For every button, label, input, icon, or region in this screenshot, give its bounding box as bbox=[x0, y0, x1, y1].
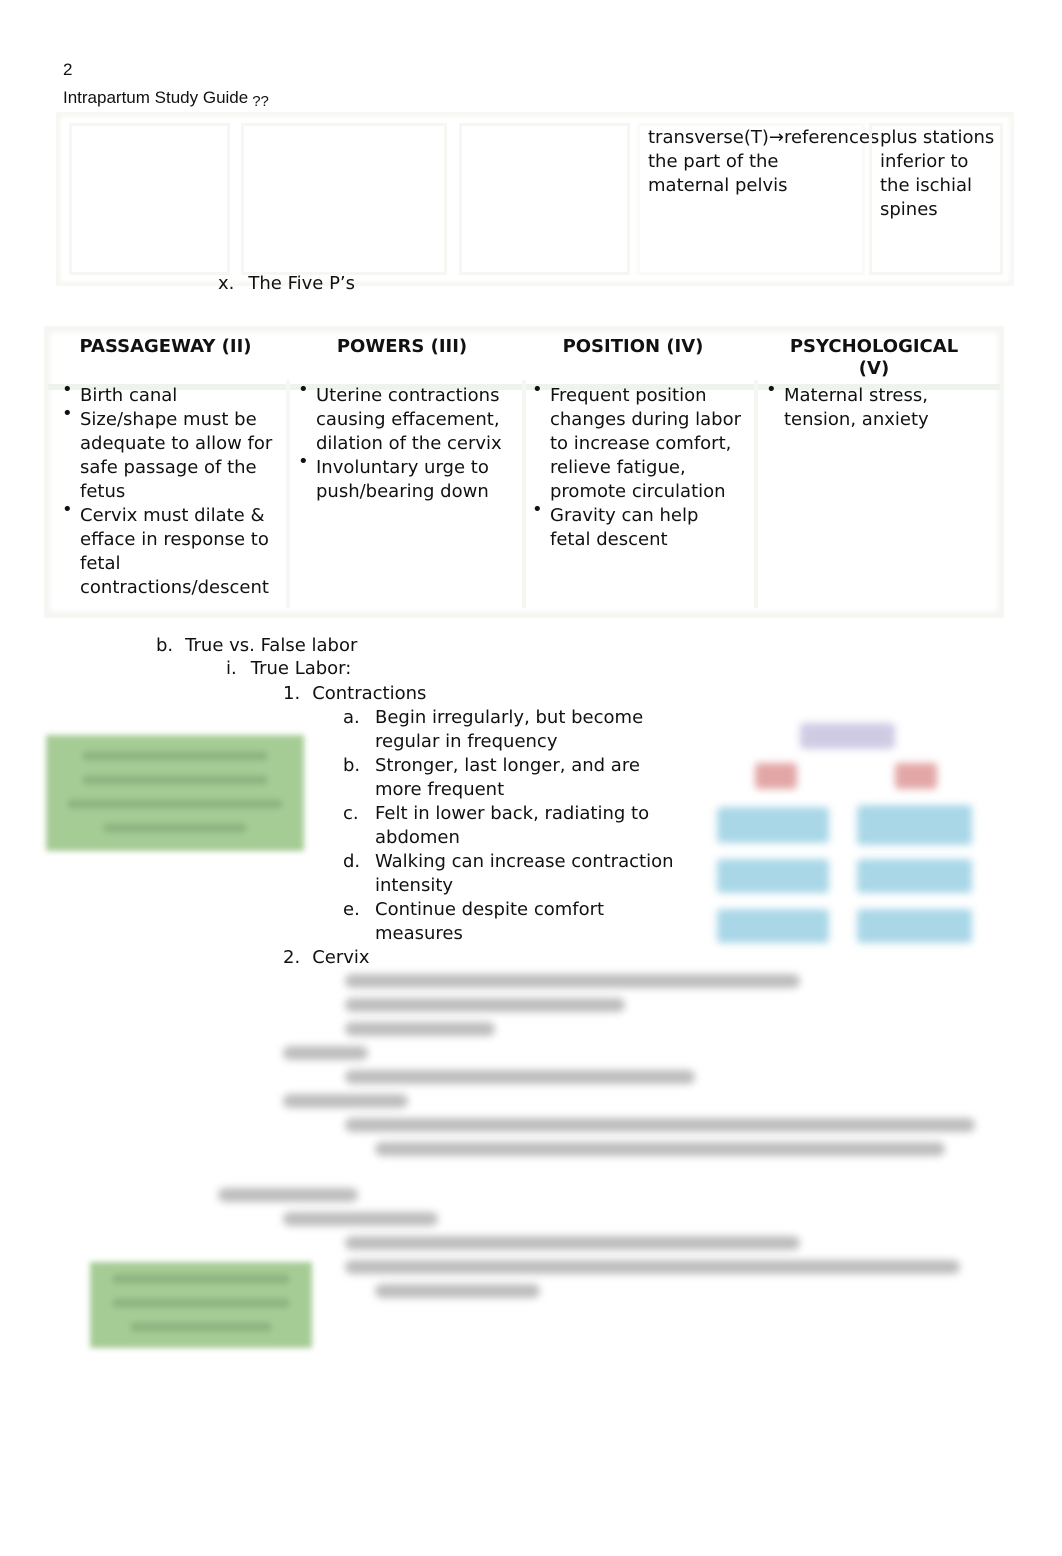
bullet-list: Uterine contractions causing effacement,… bbox=[296, 378, 514, 504]
list-item: Frequent position changes during labor t… bbox=[530, 378, 742, 504]
blurred-note-box bbox=[90, 1262, 312, 1348]
diagram-leaf-node bbox=[717, 807, 829, 843]
list-item: Size/shape must be adequate to allow for… bbox=[60, 402, 277, 504]
column-psychological: PSYCHOLOGICAL (V) Maternal stress, tensi… bbox=[752, 330, 996, 614]
list-marker: d. bbox=[343, 851, 361, 872]
five-ps-table: PASSAGEWAY (II) Birth canal Size/shape m… bbox=[44, 326, 1004, 618]
document-title-text: Intrapartum Study Guide bbox=[63, 88, 249, 107]
diagram-leaf-node bbox=[717, 859, 829, 893]
column-header: POSITION (IV) bbox=[562, 336, 704, 357]
bullet-list: Frequent position changes during labor t… bbox=[530, 378, 742, 552]
table-cell-empty-2 bbox=[241, 123, 447, 275]
list-item: Birth canal bbox=[60, 378, 277, 408]
column-position: POSITION (IV) Frequent position changes … bbox=[518, 330, 748, 614]
diagram-leaf-node bbox=[857, 859, 972, 893]
list-item: a. Begin irregularly, but become regular… bbox=[343, 706, 703, 754]
blurred-note-box bbox=[46, 735, 304, 851]
outline-text: True Labor: bbox=[250, 658, 352, 679]
column-passageway: PASSAGEWAY (II) Birth canal Size/shape m… bbox=[48, 330, 283, 614]
column-powers: POWERS (III) Uterine contractions causin… bbox=[284, 330, 520, 614]
outline-text: Cervix bbox=[312, 947, 370, 968]
list-item: c. Felt in lower back, radiating to abdo… bbox=[343, 802, 703, 850]
bullet-list: Maternal stress, tension, anxiety bbox=[764, 378, 990, 432]
list-item-line: regular in frequency bbox=[375, 731, 558, 752]
list-item: Gravity can help fetal descent bbox=[530, 498, 742, 552]
orientation-text: transverse(T)→references the part of the… bbox=[648, 127, 880, 196]
column-header: PASSAGEWAY (II) bbox=[79, 336, 252, 357]
outline-item-b: b. True vs. False labor bbox=[156, 634, 357, 658]
column-header: POWERS (III) bbox=[336, 336, 468, 357]
diagram-leaf-node bbox=[857, 805, 972, 845]
diagram-branch-node bbox=[895, 763, 937, 789]
list-marker: e. bbox=[343, 899, 360, 920]
list-marker: c. bbox=[343, 803, 359, 824]
five-ps-heading: x. The Five P’s bbox=[218, 272, 355, 296]
list-item: Maternal stress, tension, anxiety bbox=[764, 378, 990, 432]
list-marker: 1. bbox=[283, 683, 301, 704]
list-marker: i. bbox=[226, 658, 237, 679]
title-suffix: ?? bbox=[252, 93, 269, 110]
list-item-line: Felt in lower back, radiating to bbox=[375, 803, 650, 824]
five-ps-heading-text: The Five P’s bbox=[248, 273, 356, 294]
stations-text: plus stations inferior to the ischial sp… bbox=[880, 127, 995, 220]
outline-text: True vs. False labor bbox=[185, 635, 358, 656]
list-item: Cervix must dilate & efface in response … bbox=[60, 498, 277, 600]
blurred-diagram bbox=[705, 715, 995, 955]
outline-text: Contractions bbox=[312, 683, 427, 704]
page-number: 2 bbox=[63, 60, 73, 79]
list-marker: a. bbox=[343, 707, 360, 728]
list-item: Involuntary urge to push/bearing down bbox=[296, 450, 514, 504]
diagram-leaf-node bbox=[717, 909, 829, 943]
outline-item-contractions: 1. Contractions bbox=[283, 682, 426, 706]
list-item-line: Begin irregularly, but become bbox=[375, 707, 644, 728]
continued-table: transverse(T)→references the part of the… bbox=[56, 112, 1014, 286]
diagram-root-node bbox=[800, 723, 895, 749]
table-cell-stations: plus stations inferior to the ischial sp… bbox=[869, 123, 1003, 275]
list-item-line: abdomen bbox=[375, 827, 460, 848]
list-marker: b. bbox=[343, 755, 361, 776]
list-item: d. Walking can increase contraction inte… bbox=[343, 850, 703, 898]
bullet-list: Birth canal Size/shape must be adequate … bbox=[60, 378, 277, 600]
list-item-line: more frequent bbox=[375, 779, 505, 800]
column-header: PSYCHOLOGICAL (V) bbox=[789, 336, 959, 379]
list-item-line: measures bbox=[375, 923, 463, 944]
list-item: e. Continue despite comfort measures bbox=[343, 898, 703, 946]
list-item-line: Stronger, last longer, and are bbox=[375, 755, 640, 776]
table-cell-empty-3 bbox=[459, 123, 630, 275]
document-title: Intrapartum Study Guide?? bbox=[63, 88, 269, 110]
list-marker: b. bbox=[156, 635, 174, 656]
diagram-leaf-node bbox=[857, 909, 972, 943]
outline-item-cervix: 2. Cervix bbox=[283, 946, 370, 970]
list-marker: x. bbox=[218, 273, 235, 294]
list-item-line: Walking can increase contraction bbox=[375, 851, 674, 872]
list-marker: 2. bbox=[283, 947, 301, 968]
list-item: b. Stronger, last longer, and are more f… bbox=[343, 754, 703, 802]
list-item: Uterine contractions causing effacement,… bbox=[296, 378, 514, 456]
list-item-line: Continue despite comfort bbox=[375, 899, 605, 920]
table-cell-orientation: transverse(T)→references the part of the… bbox=[637, 123, 880, 275]
list-item-line: intensity bbox=[375, 875, 454, 896]
diagram-branch-node bbox=[755, 763, 797, 789]
table-cell-empty-1 bbox=[69, 123, 230, 275]
contractions-sublist: a. Begin irregularly, but become regular… bbox=[343, 706, 703, 946]
outline-item-i: i. True Labor: bbox=[226, 657, 351, 681]
